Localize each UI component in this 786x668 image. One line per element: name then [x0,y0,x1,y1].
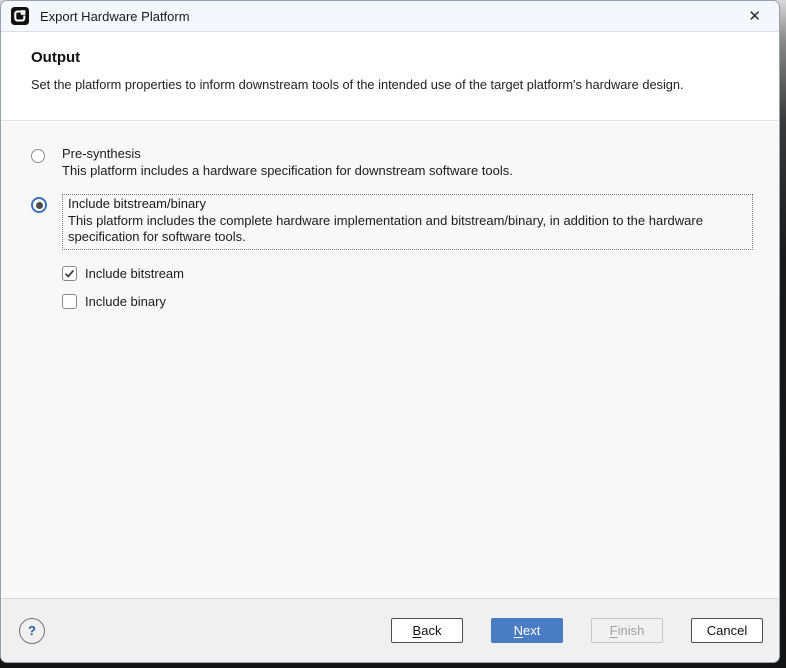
radio-unselected-icon[interactable] [31,149,45,163]
checkbox-option-include-binary[interactable]: Include binary [62,293,779,309]
checkbox-option-include-bitstream[interactable]: Include bitstream [62,265,779,281]
option-label: Pre-synthesis [62,146,141,161]
option-description: This platform includes a hardware specif… [62,162,513,178]
window-title: Export Hardware Platform [40,8,190,24]
wizard-footer: ? Back Next Finish Cancel [1,598,779,662]
sub-options-group: Include bitstream Include binary [62,265,779,309]
radio-selected-icon[interactable] [31,197,47,213]
radio-option-include-bitstream-binary[interactable]: Include bitstream/binary This platform i… [31,194,779,250]
option-description: This platform includes the complete hard… [68,212,703,245]
title-bar: Export Hardware Platform ✕ [1,1,779,32]
wizard-content: Pre-synthesis This platform includes a h… [1,122,779,600]
back-button[interactable]: Back [391,618,463,643]
page-title: Output [31,49,81,66]
wizard-header: Output Set the platform properties to in… [1,32,779,121]
help-button[interactable]: ? [19,617,45,644]
option-label: Include bitstream/binary [68,196,207,211]
export-hardware-platform-dialog: Export Hardware Platform ✕ Output Set th… [0,0,780,663]
close-icon: ✕ [748,7,761,25]
checkbox-unchecked-icon[interactable] [62,293,77,309]
button-group: Back Next Finish Cancel [363,618,763,643]
page-description: Set the platform properties to inform do… [31,77,684,92]
next-button[interactable]: Next [491,618,563,643]
checkbox-checked-icon[interactable] [62,265,77,281]
cancel-button[interactable]: Cancel [691,618,763,643]
vivado-logo-icon [11,7,29,25]
checkmark-icon [65,269,75,278]
focused-option-text-block[interactable]: Include bitstream/binary This platform i… [62,194,753,250]
option-text-block: Pre-synthesis This platform includes a h… [62,146,513,179]
radio-dot [35,201,43,209]
question-mark-icon: ? [28,623,36,638]
checkbox-label: Include bitstream [85,265,184,281]
finish-button: Finish [591,618,663,643]
checkbox-label: Include binary [85,293,166,309]
close-button[interactable]: ✕ [744,7,765,26]
radio-option-pre-synthesis[interactable]: Pre-synthesis This platform includes a h… [31,146,779,179]
